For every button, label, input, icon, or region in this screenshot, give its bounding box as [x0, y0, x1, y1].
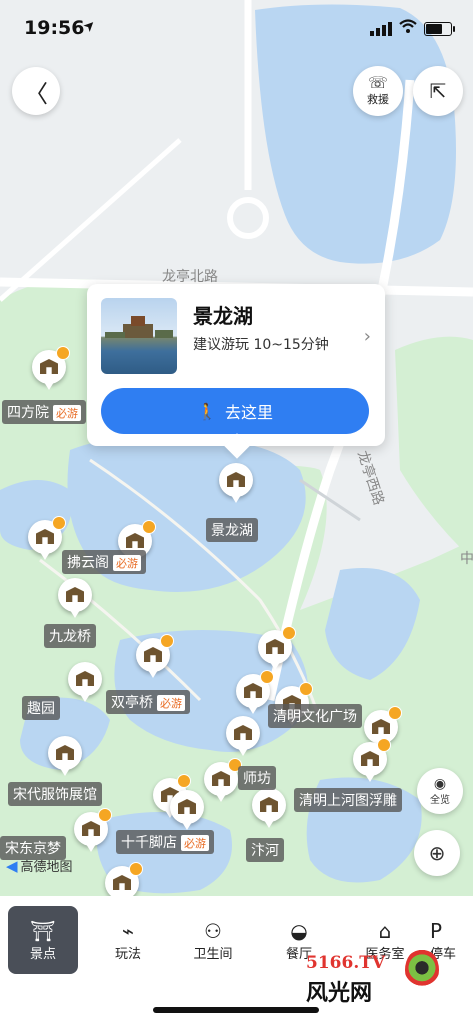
spot-label-songdai-museum[interactable]: 宋代服饰展馆 — [8, 782, 102, 806]
wifi-icon — [399, 19, 417, 33]
spot-pin-southwest[interactable] — [74, 808, 112, 852]
pavilion-photo — [105, 316, 173, 338]
battery-icon — [424, 22, 455, 36]
spot-pin-sifangyuan[interactable] — [32, 346, 70, 390]
walking-person-icon: 🚶 — [197, 401, 217, 421]
status-time: 19:56 — [24, 17, 85, 39]
watermark-brand: 风光网 — [306, 981, 373, 1006]
spot-label-shiqian-jiaodian[interactable]: 十千脚店 必游 — [116, 830, 214, 854]
must-visit-badge: 必游 — [157, 695, 185, 711]
rescue-button[interactable]: ☏ 救援 — [353, 66, 403, 116]
spot-label-jiulongqiao[interactable]: 九龙桥 — [44, 624, 96, 648]
must-visit-badge: 必游 — [113, 555, 141, 571]
tab-scenic-spots[interactable]: ⛩ 景点 — [8, 906, 78, 974]
spot-pin-west[interactable] — [28, 516, 66, 560]
eye-icon: ◉ — [433, 775, 447, 792]
spot-pin-center[interactable] — [236, 670, 274, 714]
watermark-logo — [405, 948, 439, 992]
route-icon: ⌁ — [121, 918, 135, 943]
spot-pin-jinglonghu[interactable] — [219, 463, 253, 503]
spot-pin-northeast[interactable] — [258, 626, 296, 670]
spot-suggested-duration: 建议游玩 10~15分钟 — [193, 337, 329, 353]
overview-button[interactable]: ◉ 全览 — [417, 768, 463, 814]
go-here-button[interactable]: 🚶 去这里 — [101, 388, 369, 434]
share-icon: ⇱ — [429, 79, 447, 103]
map-source-label: ◀ 高德地图 — [6, 856, 73, 876]
locate-button[interactable]: ⊕ — [414, 830, 460, 876]
tab-label: 玩法 — [114, 946, 141, 962]
amap-logo-icon: ◀ — [6, 856, 18, 875]
go-here-label: 去这里 — [224, 403, 273, 422]
spot-pin-shiqian-2[interactable] — [170, 790, 204, 830]
category-tab-bar: ⛩ 景点 ⌁ 玩法 ⚇ 卫生间 ◒ 餐厅 ⌂ 医务室 P 停车 — [0, 896, 473, 1024]
must-visit-badge: 必游 — [181, 835, 209, 851]
spot-label-jinglonghu[interactable]: 景龙湖 — [206, 518, 258, 542]
spot-label-qingming-relief[interactable]: 清明上河图浮雕 — [294, 788, 402, 812]
home-indicator — [153, 1007, 319, 1013]
road-label-zhong: 中 — [460, 551, 473, 567]
tab-play-routes[interactable]: ⌁ 玩法 — [93, 906, 163, 974]
spot-label-shifang[interactable]: 师坊 — [238, 766, 276, 790]
toilet-icon: ⚇ — [204, 918, 222, 943]
spot-label-fuyunge[interactable]: 拂云阁 必游 — [62, 550, 146, 574]
chevron-right-icon[interactable]: › — [364, 326, 371, 347]
share-button[interactable]: ⇱ — [413, 66, 463, 116]
gate-icon: ⛩ — [30, 918, 56, 943]
spot-pin-east-2[interactable] — [353, 738, 391, 782]
spot-pin-songdai[interactable] — [48, 736, 82, 776]
spot-info-card[interactable]: 景龙湖 建议游玩 10~15分钟 › 🚶 去这里 — [87, 284, 385, 446]
spot-thumbnail — [101, 298, 177, 374]
clinic-icon: ⌂ — [378, 918, 392, 943]
spot-label-quyuan[interactable]: 趣园 — [22, 696, 60, 720]
crosshair-icon: ⊕ — [428, 841, 446, 865]
back-button[interactable]: 〈 — [12, 67, 60, 115]
spot-pin-quyuan[interactable] — [68, 662, 102, 702]
spot-label-qingming-plaza[interactable]: 清明文化广场 — [268, 704, 362, 728]
spot-pin-shifang-2[interactable] — [204, 758, 242, 802]
parking-icon: P — [430, 918, 443, 943]
spot-pin-shifang[interactable] — [226, 716, 260, 756]
spot-pin-bianhe[interactable] — [252, 788, 286, 828]
chevron-left-icon: 〈 — [24, 79, 48, 108]
phone-icon: ☏ — [367, 73, 388, 92]
spot-pin-shuangtingqiao[interactable] — [136, 634, 174, 678]
must-visit-badge: 必游 — [53, 405, 81, 421]
spot-label-sifangyuan[interactable]: 四方院 必游 — [2, 400, 86, 424]
bowl-icon: ◒ — [290, 918, 308, 943]
tab-label: 卫生间 — [193, 946, 233, 962]
status-bar: 19:56 ➤ — [0, 0, 473, 56]
spot-pin-south[interactable] — [105, 862, 143, 906]
spot-label-bianhe[interactable]: 汴河 — [246, 838, 284, 862]
signal-icon — [370, 22, 392, 36]
watermark-site: 5166.TV — [306, 953, 386, 973]
spot-title: 景龙湖 — [193, 304, 253, 328]
road-label-longting-north: 龙亭北路 — [162, 269, 218, 285]
spot-pin-jiulongqiao[interactable] — [58, 578, 92, 618]
overview-label: 全览 — [430, 794, 450, 806]
spot-label-shuangtingqiao[interactable]: 双亭桥 必游 — [106, 690, 190, 714]
tab-label: 景点 — [29, 946, 56, 962]
tab-toilets[interactable]: ⚇ 卫生间 — [178, 906, 248, 974]
rescue-label: 救援 — [367, 93, 389, 106]
